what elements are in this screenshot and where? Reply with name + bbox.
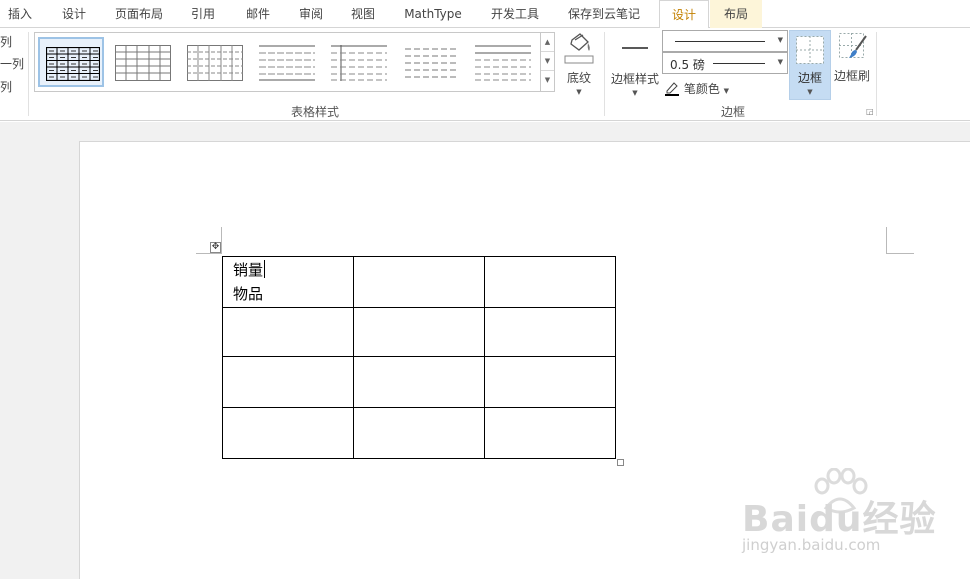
border-styles-button[interactable]: 边框样式 ▼ bbox=[609, 42, 661, 97]
chevron-down-icon: ▼ bbox=[777, 36, 783, 44]
ribbon-panel: 列 一列 列 ▲ ▼ ▼ 底纹 ▼ 表格样式 边框样式 ▼ ▼ 0.5 磅 ▼ … bbox=[0, 28, 970, 121]
table-style-option[interactable] bbox=[38, 37, 104, 87]
tab-insert[interactable]: 插入 bbox=[0, 0, 40, 28]
pen-icon bbox=[665, 82, 679, 96]
tab-page-layout[interactable]: 页面布局 bbox=[106, 0, 172, 28]
line-weight-value: 0.5 磅 bbox=[670, 58, 705, 72]
table-cell[interactable] bbox=[353, 407, 485, 459]
tab-mathtype[interactable]: MathType bbox=[396, 0, 470, 28]
chevron-down-icon: ▼ bbox=[632, 89, 638, 97]
watermark-url: jingyan.baidu.com bbox=[742, 536, 881, 554]
line-icon bbox=[622, 47, 648, 49]
chevron-down-icon: ▼ bbox=[777, 58, 783, 66]
table-resize-handle[interactable] bbox=[617, 459, 624, 466]
group-separator bbox=[28, 32, 29, 116]
border-styles-label: 边框样式 bbox=[610, 72, 659, 86]
borders-label: 边框 bbox=[797, 71, 822, 85]
table-style-option[interactable] bbox=[253, 37, 319, 87]
borders-button[interactable]: 边框 ▼ bbox=[789, 30, 831, 100]
watermark-brand: Baidu经验 bbox=[742, 499, 937, 540]
table-row bbox=[222, 356, 616, 408]
tab-view[interactable]: 视图 bbox=[340, 0, 386, 28]
table-style-option[interactable] bbox=[325, 37, 391, 87]
pen-color-button[interactable]: 笔颜色 ▼ bbox=[664, 80, 729, 96]
table-row bbox=[222, 307, 616, 357]
grid-border-icon bbox=[796, 36, 824, 64]
tab-table-design[interactable]: 设计 bbox=[659, 0, 709, 29]
ribbon-left-fragment: 列 bbox=[0, 35, 13, 49]
border-painter-label: 边框刷 bbox=[833, 69, 870, 83]
table-cell[interactable] bbox=[222, 356, 354, 408]
group-label-borders: 边框 bbox=[721, 105, 746, 119]
table-cell[interactable] bbox=[484, 407, 616, 459]
chevron-down-icon: ▼ bbox=[723, 87, 730, 95]
gallery-scroll-up-icon[interactable]: ▲ bbox=[541, 33, 554, 52]
table-cell[interactable] bbox=[222, 407, 354, 459]
text-cursor bbox=[264, 260, 266, 278]
brush-icon bbox=[839, 33, 867, 58]
margin-crop-mark bbox=[886, 227, 914, 254]
border-painter-button[interactable]: 边框刷 bbox=[832, 30, 872, 84]
table-cell[interactable] bbox=[484, 256, 616, 308]
table-cell[interactable] bbox=[484, 307, 616, 357]
gallery-more-icon[interactable]: ▼ bbox=[541, 71, 554, 90]
group-separator bbox=[604, 32, 605, 116]
group-label-table-styles: 表格样式 bbox=[291, 105, 340, 119]
table-row bbox=[222, 407, 616, 459]
table-cell[interactable] bbox=[353, 356, 485, 408]
gallery-scroll-down-icon[interactable]: ▼ bbox=[541, 52, 554, 71]
table-style-option[interactable] bbox=[109, 37, 175, 87]
table-cell[interactable] bbox=[353, 256, 485, 308]
ribbon-left-fragment: 一列 bbox=[0, 57, 25, 71]
shading-button[interactable]: 底纹 ▼ bbox=[560, 32, 598, 96]
tab-references[interactable]: 引用 bbox=[180, 0, 226, 28]
shading-label: 底纹 bbox=[566, 71, 591, 85]
cell-text-line: 销量 bbox=[233, 260, 266, 279]
gallery-scroll: ▲ ▼ ▼ bbox=[540, 33, 554, 91]
ribbon-left-fragment: 列 bbox=[0, 80, 13, 94]
tab-design[interactable]: 设计 bbox=[52, 0, 96, 28]
table-cell[interactable] bbox=[484, 356, 616, 408]
table-style-option[interactable] bbox=[181, 37, 247, 87]
dialog-launcher-icon[interactable]: ◲ bbox=[866, 107, 874, 116]
chevron-down-icon: ▼ bbox=[807, 88, 813, 96]
ribbon-tab-bar: 插入 设计 页面布局 引用 邮件 审阅 视图 MathType 开发工具 保存到… bbox=[0, 0, 970, 29]
document-table[interactable]: 销量 物品 bbox=[222, 256, 616, 459]
four-arrow-move-icon[interactable]: ✥ bbox=[210, 242, 221, 253]
table-style-option[interactable] bbox=[397, 37, 463, 87]
pen-color-label: 笔颜色 bbox=[683, 82, 720, 96]
table-styles-gallery: ▲ ▼ ▼ bbox=[34, 32, 555, 92]
cell-text-line: 物品 bbox=[233, 285, 264, 303]
line-weight-dropdown[interactable]: 0.5 磅 ▼ bbox=[662, 52, 788, 74]
line-style-preview bbox=[675, 41, 765, 42]
chevron-down-icon: ▼ bbox=[576, 88, 582, 96]
tab-table-layout[interactable]: 布局 bbox=[710, 0, 762, 28]
table-row: 销量 物品 bbox=[222, 256, 616, 308]
tab-review[interactable]: 审阅 bbox=[288, 0, 334, 28]
tab-save-to-cloud-notes[interactable]: 保存到云笔记 bbox=[560, 0, 648, 28]
tab-mailings[interactable]: 邮件 bbox=[235, 0, 281, 28]
table-cell[interactable] bbox=[222, 307, 354, 357]
line-style-dropdown[interactable]: ▼ bbox=[662, 30, 788, 52]
paint-bucket-icon bbox=[564, 33, 594, 64]
table-cell[interactable] bbox=[353, 307, 485, 357]
group-separator bbox=[876, 32, 877, 116]
table-cell[interactable]: 销量 物品 bbox=[222, 256, 354, 308]
line-weight-preview bbox=[713, 63, 765, 64]
table-style-option[interactable] bbox=[469, 37, 535, 87]
tab-developer[interactable]: 开发工具 bbox=[482, 0, 548, 28]
